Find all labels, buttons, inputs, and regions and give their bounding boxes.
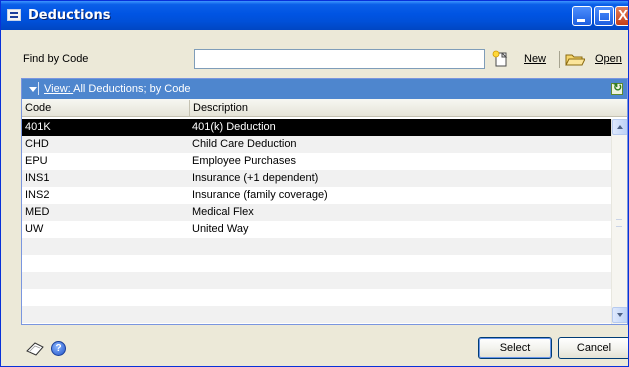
minimize-button[interactable]: [572, 6, 592, 26]
find-by-code-label: Find by Code: [23, 53, 89, 65]
cell-description: Medical Flex: [192, 206, 254, 218]
vertical-scrollbar[interactable]: [611, 119, 627, 324]
cell-description: Insurance (+1 dependent): [192, 172, 319, 184]
view-bar[interactable]: View: All Deductions; by Code: [22, 79, 627, 99]
empty-table-row: [22, 238, 611, 255]
scroll-grip[interactable]: [616, 219, 622, 227]
column-divider[interactable]: [189, 100, 190, 116]
view-prefix: View:: [44, 83, 74, 95]
empty-table-row: [22, 255, 611, 272]
cell-code: UW: [25, 223, 44, 235]
cancel-button[interactable]: Cancel: [558, 337, 628, 359]
new-button[interactable]: New: [524, 53, 546, 65]
table-row[interactable]: CHD Child Care Deduction: [22, 136, 611, 153]
view-divider: [38, 82, 39, 95]
deductions-window: Deductions X Find by Code New Open View:…: [0, 0, 629, 367]
maximize-button[interactable]: [594, 6, 614, 26]
column-header-row: Code Description: [22, 99, 627, 117]
table-row[interactable]: INS1 Insurance (+1 dependent): [22, 170, 611, 187]
cell-code: EPU: [25, 155, 48, 167]
table-body: 401K 401(k) Deduction CHD Child Care Deduct…: [22, 119, 611, 323]
open-folder-icon[interactable]: [565, 51, 585, 67]
cell-code: 401K: [25, 121, 51, 133]
select-button[interactable]: Select: [478, 337, 552, 359]
title-bar[interactable]: Deductions X: [1, 1, 628, 30]
cell-description: Child Care Deduction: [192, 138, 297, 150]
column-header-description[interactable]: Description: [193, 102, 248, 114]
close-button[interactable]: X: [615, 6, 628, 26]
help-icon[interactable]: ?: [51, 341, 66, 356]
table-row[interactable]: INS2 Insurance (family coverage): [22, 187, 611, 204]
note-icon[interactable]: [25, 341, 45, 357]
table-row[interactable]: EPU Employee Purchases: [22, 153, 611, 170]
minimize-icon: [577, 19, 585, 22]
table-row[interactable]: 401K 401(k) Deduction: [22, 119, 611, 136]
open-button[interactable]: Open: [595, 53, 622, 65]
maximize-icon: [599, 10, 610, 21]
scroll-up-button[interactable]: [612, 119, 627, 135]
chevron-down-icon[interactable]: [29, 87, 37, 92]
empty-table-row: [22, 289, 611, 306]
cell-code: MED: [25, 206, 50, 218]
cell-description: 401(k) Deduction: [192, 121, 276, 133]
table-row[interactable]: UW United Way: [22, 221, 611, 238]
empty-table-row: [22, 306, 611, 323]
deductions-list: View: All Deductions; by Code Code Descr…: [21, 78, 628, 325]
column-header-code[interactable]: Code: [25, 102, 51, 114]
close-icon: X: [618, 7, 629, 24]
window-title: Deductions: [28, 8, 111, 23]
cell-description: Employee Purchases: [192, 155, 296, 167]
empty-table-row: [22, 272, 611, 289]
cell-code: CHD: [25, 138, 49, 150]
new-document-icon[interactable]: [492, 50, 508, 67]
toolbar-divider: [559, 51, 560, 68]
refresh-icon[interactable]: [611, 81, 623, 95]
cell-description: United Way: [192, 223, 249, 235]
view-name: All Deductions; by Code: [73, 83, 191, 95]
table-row[interactable]: MED Medical Flex: [22, 204, 611, 221]
scroll-down-button[interactable]: [612, 307, 627, 323]
find-by-code-input[interactable]: [194, 49, 485, 69]
window-app-icon: [7, 9, 21, 21]
cell-description: Insurance (family coverage): [192, 189, 328, 201]
view-selector[interactable]: View: All Deductions; by Code: [44, 83, 191, 95]
cell-code: INS1: [25, 172, 50, 184]
cell-code: INS2: [25, 189, 50, 201]
